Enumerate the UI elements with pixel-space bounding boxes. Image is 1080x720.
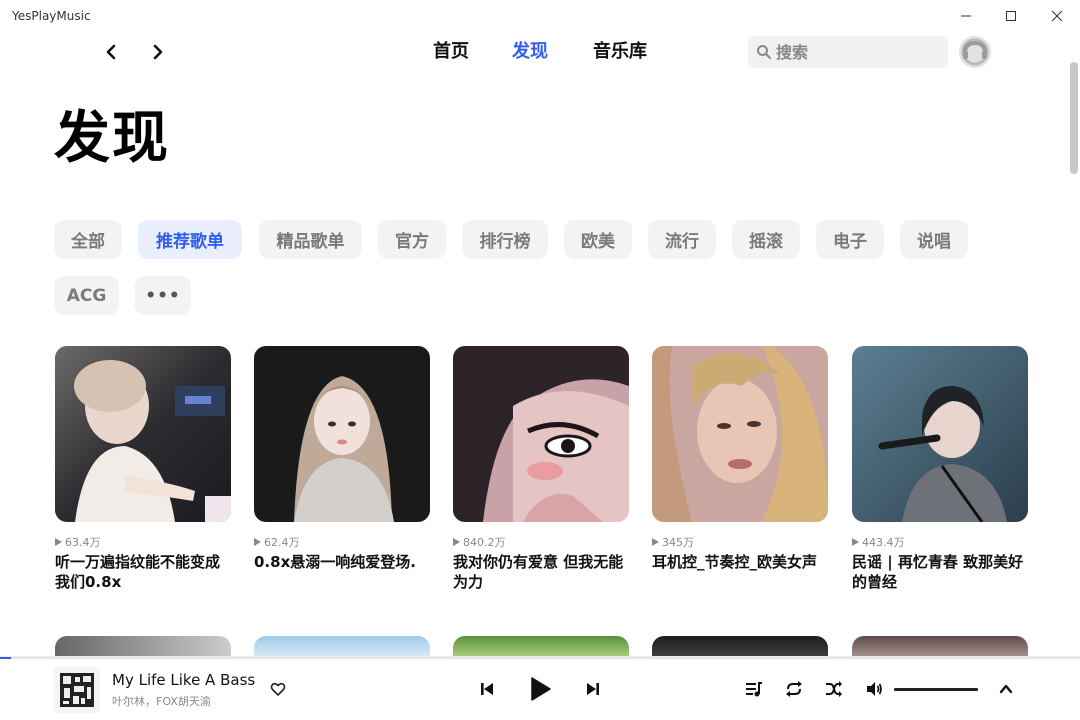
expand-lyrics-button[interactable] <box>993 676 1019 702</box>
user-icon <box>959 36 991 68</box>
previous-button[interactable] <box>474 676 500 702</box>
progress-fill <box>0 657 11 659</box>
search-input[interactable] <box>776 42 936 62</box>
volume-fill <box>894 688 978 691</box>
repeat-icon <box>786 681 802 697</box>
volume-button[interactable] <box>861 676 887 702</box>
scrollbar-thumb[interactable] <box>1070 62 1078 174</box>
play-count-icon <box>55 538 62 546</box>
playlist-title[interactable]: 听一万遍指纹能不能变成我们0.8x <box>55 552 231 592</box>
chip-official[interactable]: 官方 <box>378 220 446 259</box>
next-button[interactable] <box>580 676 606 702</box>
chip-pop[interactable]: 流行 <box>648 220 716 259</box>
skip-next-icon <box>587 683 599 695</box>
maximize-button[interactable] <box>988 0 1034 32</box>
chip-rock[interactable]: 摇滚 <box>732 220 800 259</box>
chip-quality[interactable]: 精品歌单 <box>259 220 362 259</box>
page-title: 发现 <box>54 106 170 171</box>
playlist-title[interactable]: 民谣 | 再忆青春 致那美好的曾经 <box>852 552 1028 592</box>
player-bar: My Life Like A Bass 叶尔林，FOX胡天渝 <box>0 656 1080 720</box>
tab-home[interactable]: 首页 <box>433 40 469 64</box>
playlist-card[interactable]: 345万 耳机控_节奏控_欧美女声 <box>652 346 828 572</box>
chip-recommended[interactable]: 推荐歌单 <box>138 220 242 259</box>
volume-icon <box>867 682 882 696</box>
playlist-title[interactable]: 我对你仍有爱意 但我无能为力 <box>453 552 629 592</box>
playlist-card[interactable]: 62.4万 0.8x悬溺一响纯爱登场. <box>254 346 430 572</box>
nav-bar: 首页 发现 音乐库 <box>0 32 1080 72</box>
chip-charts[interactable]: 排行榜 <box>462 220 548 259</box>
play-count-icon <box>652 538 659 546</box>
play-button[interactable] <box>524 673 556 705</box>
chip-western[interactable]: 欧美 <box>564 220 632 259</box>
app-title: YesPlayMusic <box>12 9 91 23</box>
play-icon <box>531 677 551 701</box>
playlist-title[interactable]: 耳机控_节奏控_欧美女声 <box>652 552 828 572</box>
queue-icon <box>746 682 762 697</box>
shuffle-icon <box>826 681 842 697</box>
chip-electronic[interactable]: 电子 <box>816 220 884 259</box>
progress-bar[interactable] <box>0 657 1080 659</box>
chevron-left-icon <box>106 44 116 60</box>
play-count: 840.2万 <box>453 534 629 550</box>
chip-more[interactable]: ••• <box>135 276 191 315</box>
playlist-card[interactable]: 443.4万 民谣 | 再忆青春 致那美好的曾经 <box>852 346 1028 592</box>
shuffle-button[interactable] <box>821 676 847 702</box>
track-artist[interactable]: 叶尔林，FOX胡天渝 <box>112 693 211 709</box>
close-icon <box>1051 10 1063 22</box>
playlist-cover[interactable] <box>852 346 1028 522</box>
chip-all[interactable]: 全部 <box>54 220 122 259</box>
play-count: 63.4万 <box>55 534 231 550</box>
skip-previous-icon <box>481 683 493 695</box>
playlist-queue-button[interactable] <box>741 676 767 702</box>
play-count: 443.4万 <box>852 534 1028 550</box>
minimize-button[interactable] <box>943 0 989 32</box>
play-count-icon <box>852 538 859 546</box>
playlist-cover[interactable] <box>453 346 629 522</box>
volume-slider[interactable] <box>894 688 978 691</box>
playlist-cover[interactable] <box>254 346 430 522</box>
playlist-cover[interactable] <box>652 346 828 522</box>
playlist-card[interactable]: 840.2万 我对你仍有爱意 但我无能为力 <box>453 346 629 592</box>
chip-rap[interactable]: 说唱 <box>900 220 968 259</box>
search-box[interactable] <box>748 36 948 68</box>
forward-button[interactable] <box>146 40 170 64</box>
play-count-icon <box>254 538 261 546</box>
tab-library[interactable]: 音乐库 <box>593 40 647 64</box>
chip-acg[interactable]: ACG <box>54 276 119 315</box>
playlist-cover[interactable] <box>55 346 231 522</box>
playlist-card[interactable]: 63.4万 听一万遍指纹能不能变成我们0.8x <box>55 346 231 592</box>
maximize-icon <box>1006 11 1016 21</box>
tab-explore[interactable]: 发现 <box>512 40 548 64</box>
title-bar: YesPlayMusic <box>0 0 1080 32</box>
heart-icon <box>270 682 286 696</box>
repeat-button[interactable] <box>781 676 807 702</box>
chevron-up-icon <box>999 684 1013 694</box>
play-count: 345万 <box>652 534 828 550</box>
close-button[interactable] <box>1034 0 1080 32</box>
track-title[interactable]: My Life Like A Bass <box>112 671 255 689</box>
playlist-title[interactable]: 0.8x悬溺一响纯爱登场. <box>254 552 430 572</box>
like-button[interactable] <box>265 676 291 702</box>
avatar[interactable] <box>959 36 991 68</box>
album-art[interactable] <box>54 667 100 713</box>
play-count-icon <box>453 538 460 546</box>
search-icon <box>757 45 771 59</box>
play-count: 62.4万 <box>254 534 430 550</box>
minimize-icon <box>961 15 971 17</box>
chevron-right-icon <box>153 44 163 60</box>
back-button[interactable] <box>99 40 123 64</box>
